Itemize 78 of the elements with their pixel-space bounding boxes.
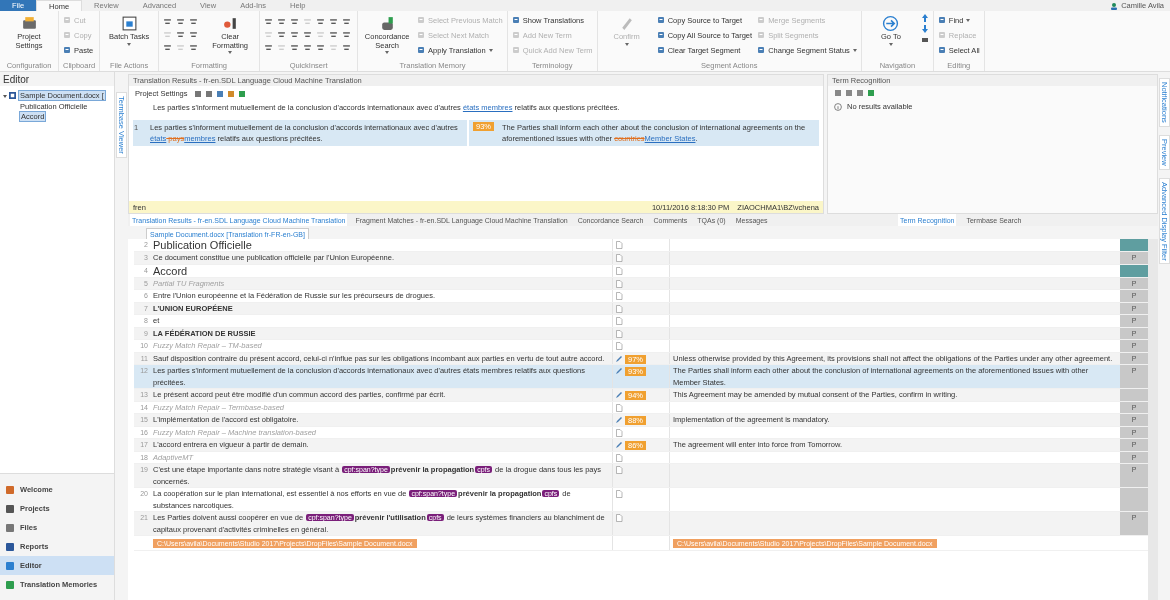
format-icon[interactable]	[342, 30, 352, 39]
caret-icon	[888, 42, 893, 46]
command-icon	[937, 31, 946, 39]
command-icon	[656, 16, 665, 24]
format-icon[interactable]	[290, 30, 300, 39]
view-icon	[5, 579, 15, 590]
down-arrow-icon[interactable]	[920, 25, 929, 33]
document-icon	[615, 403, 623, 412]
format-icon[interactable]	[189, 43, 199, 52]
document-icon	[615, 514, 623, 522]
caret-icon	[228, 51, 233, 54]
command-icon	[757, 16, 766, 24]
pencil-icon	[615, 441, 623, 449]
command-icon	[20, 15, 38, 32]
user-icon	[1110, 1, 1119, 10]
format-icon[interactable]	[176, 17, 186, 26]
command-icon	[120, 15, 138, 32]
format-icon[interactable]	[290, 43, 300, 52]
format-icon[interactable]	[316, 43, 326, 52]
format-icon[interactable]	[277, 30, 287, 39]
caret-icon	[966, 18, 971, 22]
caret-icon	[127, 42, 132, 46]
command-icon	[937, 46, 946, 54]
bookmark-icon[interactable]	[920, 36, 929, 44]
format-icon[interactable]	[316, 17, 326, 26]
command-icon	[417, 31, 426, 39]
pencil-icon	[615, 391, 623, 399]
command-icon	[63, 31, 71, 39]
scrollbar[interactable]	[1148, 239, 1158, 600]
format-icon[interactable]	[342, 43, 352, 52]
command-icon	[511, 46, 520, 54]
format-icon[interactable]	[163, 17, 173, 26]
command-icon	[757, 31, 766, 39]
format-icon[interactable]	[290, 17, 300, 26]
format-icon[interactable]	[342, 17, 352, 26]
source-text: Publication Officielle	[152, 239, 253, 251]
command-icon	[63, 16, 71, 24]
info-icon	[834, 102, 842, 111]
command-icon	[511, 31, 520, 39]
up-arrow-icon[interactable]	[920, 14, 929, 22]
format-icon[interactable]	[189, 30, 199, 39]
caret-icon	[852, 48, 857, 52]
command-icon	[757, 46, 766, 54]
format-icon[interactable]	[264, 17, 274, 26]
command-icon	[656, 46, 665, 54]
format-icon[interactable]	[176, 30, 186, 39]
format-icon[interactable]	[264, 43, 274, 52]
command-icon	[511, 16, 520, 24]
command-icon	[937, 16, 946, 24]
command-icon	[417, 16, 426, 24]
view-icon	[5, 541, 15, 552]
segment-row[interactable]	[134, 365, 1148, 389]
document-icon	[615, 428, 623, 437]
caret-icon	[488, 48, 493, 52]
panel-title: Editor	[3, 73, 30, 85]
caret-icon	[624, 42, 629, 46]
command-icon	[63, 46, 71, 54]
format-icon[interactable]	[329, 30, 339, 39]
command-icon	[882, 15, 900, 32]
format-icon[interactable]	[189, 17, 199, 26]
caret-icon	[385, 51, 390, 54]
format-icon[interactable]	[329, 17, 339, 26]
view-icon	[5, 560, 15, 571]
view-icon	[5, 484, 15, 495]
command-icon	[656, 31, 665, 39]
document-icon	[615, 490, 623, 498]
view-icon	[5, 522, 15, 533]
command-icon	[417, 46, 426, 54]
format-icon[interactable]	[303, 30, 313, 39]
collapse-icon[interactable]	[3, 93, 7, 98]
format-icon[interactable]	[303, 43, 313, 52]
pencil-icon	[615, 416, 623, 424]
command-icon	[221, 15, 239, 32]
format-icon[interactable]	[277, 17, 287, 26]
view-icon	[5, 503, 15, 514]
format-icon[interactable]	[163, 43, 173, 52]
source-text: Accord	[152, 264, 189, 277]
document-icon	[9, 92, 16, 99]
